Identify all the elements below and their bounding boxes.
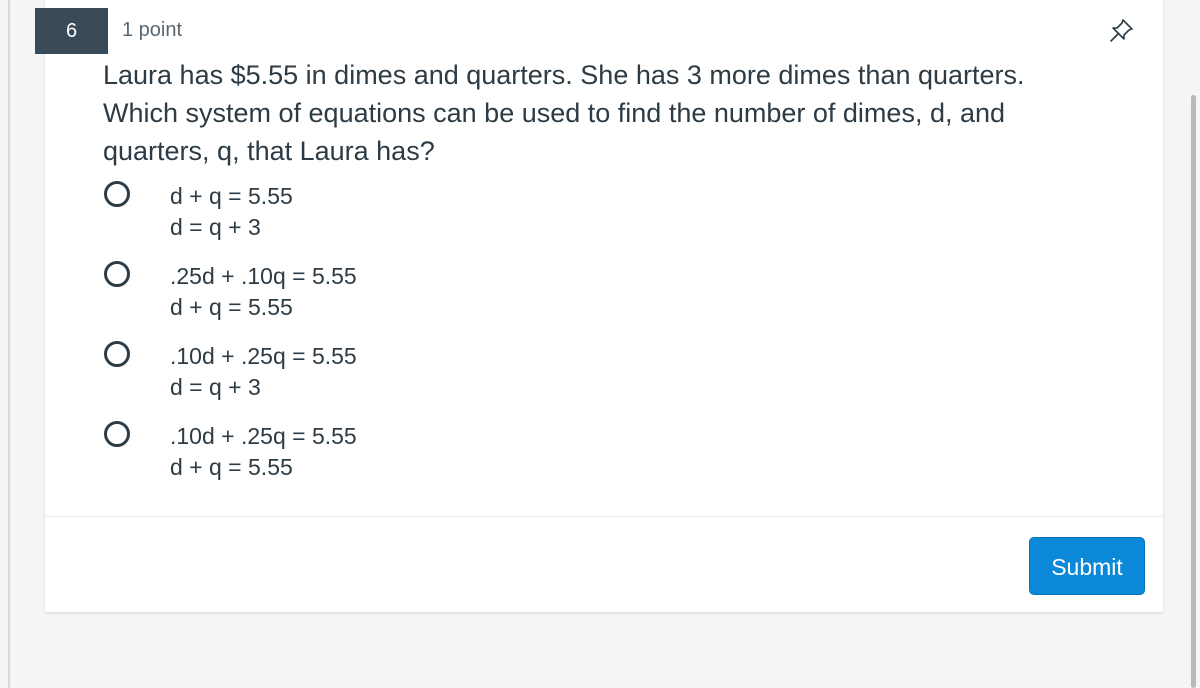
- answer-equation-2: d + q = 5.55: [170, 294, 293, 320]
- answer-option-1[interactable]: d + q = 5.55 d = q + 3: [100, 178, 800, 258]
- answer-label: .10d + .25q = 5.55 d = q + 3: [170, 341, 357, 403]
- question-points: 1 point: [122, 19, 183, 41]
- answer-equation-1: .10d + .25q = 5.55: [170, 343, 357, 369]
- submit-button[interactable]: Submit: [1029, 537, 1145, 595]
- radio-button[interactable]: [104, 421, 130, 447]
- question-text: Laura has $5.55 in dimes and quarters. S…: [103, 60, 1025, 166]
- answer-label: .25d + .10q = 5.55 d + q = 5.55: [170, 261, 357, 323]
- answer-option-3[interactable]: .10d + .25q = 5.55 d = q + 3: [100, 338, 800, 418]
- footer-divider: [45, 516, 1163, 517]
- answer-equation-2: d + q = 5.55: [170, 454, 293, 480]
- question-number-badge: 6: [35, 8, 108, 54]
- answer-equation-2: d = q + 3: [170, 214, 261, 240]
- scrollbar[interactable]: [1191, 95, 1196, 688]
- answer-equation-1: d + q = 5.55: [170, 183, 293, 209]
- answer-option-2[interactable]: .25d + .10q = 5.55 d + q = 5.55: [100, 258, 800, 338]
- answer-equation-1: .10d + .25q = 5.55: [170, 423, 357, 449]
- answer-option-4[interactable]: .10d + .25q = 5.55 d + q = 5.55: [100, 418, 800, 498]
- radio-button[interactable]: [104, 261, 130, 287]
- answer-list: d + q = 5.55 d = q + 3 .25d + .10q = 5.5…: [100, 178, 800, 498]
- answer-equation-1: .25d + .10q = 5.55: [170, 263, 357, 289]
- answer-label: d + q = 5.55 d = q + 3: [170, 181, 293, 243]
- radio-button[interactable]: [104, 341, 130, 367]
- answer-label: .10d + .25q = 5.55 d + q = 5.55: [170, 421, 357, 483]
- radio-button[interactable]: [104, 181, 130, 207]
- page-left-border: [8, 0, 10, 688]
- answer-equation-2: d = q + 3: [170, 374, 261, 400]
- pin-icon[interactable]: [1106, 16, 1136, 46]
